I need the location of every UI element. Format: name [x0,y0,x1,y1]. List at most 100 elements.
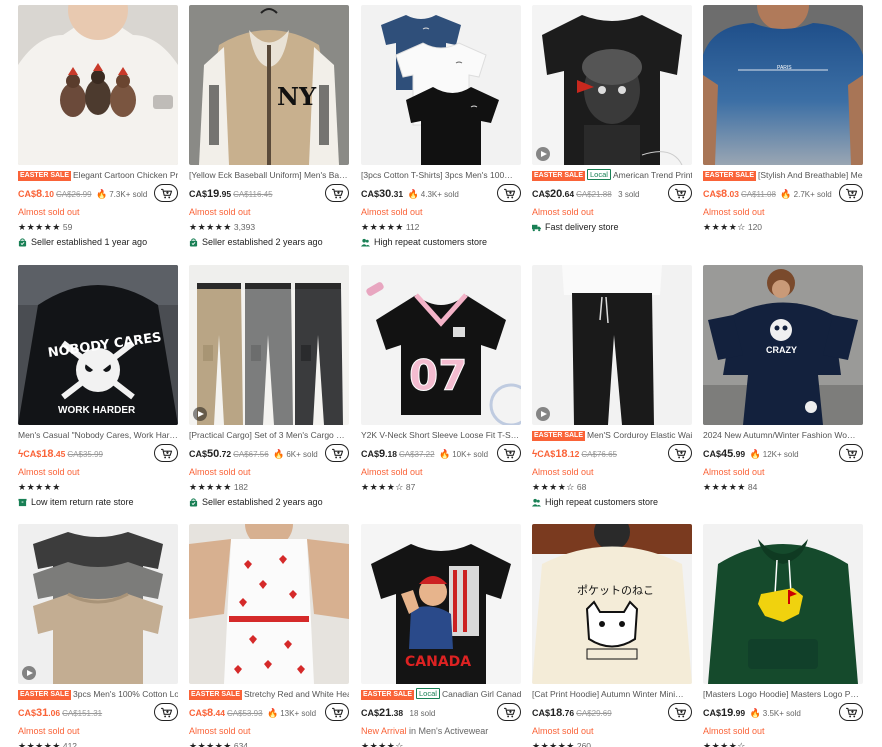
product-card[interactable]: EASTER SALEElegant Cartoon Chicken Prin…… [18,5,178,249]
rating[interactable]: ★★★★★ 84 [703,480,863,494]
product-title[interactable]: EASTER SALEMen'S Corduroy Elastic Waist… [532,429,692,441]
product-card[interactable]: EASTER SALELocalAmerican Trend Printi… CA… [532,5,692,234]
rating[interactable]: ★★★★★ 634 [189,739,349,747]
rating[interactable]: ★★★★☆ 87 [361,480,521,494]
add-to-cart-button[interactable] [154,184,178,202]
product-card[interactable]: CRAZY 2024 New Autumn/Winter Fashion Wo… C… [703,265,863,494]
rating[interactable]: ★★★★☆ 68 [532,480,692,494]
product-image[interactable]: PARIS [703,5,863,165]
price-currency: CA$ [703,449,722,459]
product-image[interactable] [703,524,863,684]
add-to-cart-button[interactable] [839,444,863,462]
svg-text:PARIS: PARIS [777,65,792,71]
product-image[interactable] [532,265,692,425]
product-title[interactable]: EASTER SALEStretchy Red and White Hear… [189,688,349,700]
product-card[interactable]: [Practical Cargo] Set of 3 Men's Cargo …… [189,265,349,509]
rating[interactable]: ★★★★☆ [361,739,521,747]
product-title[interactable]: EASTER SALE[Stylish And Breathable] Men… [703,169,863,181]
product-image[interactable]: 07 [361,265,521,425]
price-row: CA$20.64 CA$21.88 3 sold [532,184,692,204]
original-price: CA$11.08 [740,190,776,199]
rating[interactable]: ★★★★★ 182 [189,480,349,494]
original-price: CA$151.31 [62,709,103,718]
price-decimal: .44 [213,708,225,718]
product-card[interactable]: ポケットのねこ [Cat Print Hoodie] Autumn Winter … [532,524,692,747]
add-to-cart-button[interactable] [668,184,692,202]
play-icon[interactable] [22,666,36,680]
new-arrival-label[interactable]: New Arrival in Men's Activewear [361,724,521,738]
product-image[interactable]: CANADA [361,524,521,684]
product-card[interactable]: CANADA EASTER SALE Local Canadian Girl Cana… [361,524,521,747]
product-card[interactable]: NY [Yellow Eck Baseball Uniform] Men's Ba… [189,5,349,249]
price-integer: 18 [41,448,54,460]
product-image[interactable] [18,5,178,165]
product-title[interactable]: [Masters Logo Hoodie] Masters Logo P… [703,688,863,700]
rating[interactable]: ★★★★★ 260 [532,739,692,747]
store-label[interactable]: High repeat customers store [532,495,692,509]
store-label-text: Seller established 2 years ago [202,497,323,507]
add-to-cart-button[interactable] [497,184,521,202]
add-to-cart-button[interactable] [325,444,349,462]
price-currency: CA$ [537,449,556,459]
product-title[interactable]: Men's Casual "Nobody Cares, Work Har… [18,429,178,441]
store-label[interactable]: Seller established 1 year ago [18,235,178,249]
play-icon[interactable] [193,407,207,421]
store-label[interactable]: Fast delivery store [532,220,692,234]
product-card[interactable]: [3pcs Cotton T-Shirts] 3pcs Men's 100… CA… [361,5,521,249]
product-title[interactable]: [Practical Cargo] Set of 3 Men's Cargo … [189,429,349,441]
rating[interactable]: ★★★★★ 112 [361,220,521,234]
add-to-cart-button[interactable] [154,444,178,462]
store-label[interactable]: High repeat customers store [361,235,521,249]
star-rating-icon: ★★★★☆ [703,222,746,232]
product-price: CA$19.99 [703,707,745,719]
rating[interactable]: ★★★★☆ [703,739,863,747]
store-label[interactable]: Seller established 2 years ago [189,235,349,249]
rating[interactable]: ★★★★★ 59 [18,220,178,234]
product-card[interactable]: PARIS EASTER SALE [Stylish And Breathable]… [703,5,863,234]
product-title[interactable]: 2024 New Autumn/Winter Fashion Wo… [703,429,863,441]
product-image[interactable] [189,265,349,425]
product-title[interactable]: [Yellow Eck Baseball Uniform] Men's Ba… [189,169,349,181]
add-to-cart-button[interactable] [497,703,521,721]
product-card[interactable]: 07 Y2K V-Neck Short Sleeve Loose Fit T-S…… [361,265,521,494]
product-image[interactable]: NY [189,5,349,165]
play-icon[interactable] [536,407,550,421]
add-to-cart-button[interactable] [325,184,349,202]
add-to-cart-button[interactable] [154,703,178,721]
product-image[interactable] [18,524,178,684]
rating[interactable]: ★★★★☆ 120 [703,220,863,234]
product-image[interactable] [189,524,349,684]
product-title[interactable]: EASTER SALELocalCanadian Girl Canada … [361,688,521,700]
add-to-cart-button[interactable] [325,703,349,721]
add-to-cart-button[interactable] [668,444,692,462]
play-icon[interactable] [536,147,550,161]
add-to-cart-button[interactable] [839,184,863,202]
store-label[interactable]: Seller established 2 years ago [189,495,349,509]
rating[interactable]: ★★★★★ 3,393 [189,220,349,234]
add-to-cart-button[interactable] [668,703,692,721]
add-to-cart-icon [845,707,857,717]
product-title[interactable]: EASTER SALEElegant Cartoon Chicken Prin… [18,169,178,181]
product-title[interactable]: EASTER SALE3pcs Men's 100% Cotton Loo… [18,688,178,700]
rating[interactable]: ★★★★★ 412 [18,739,178,747]
product-image[interactable]: NOBODY CARES WORK HARDER [18,265,178,425]
add-to-cart-button[interactable] [839,703,863,721]
product-image[interactable]: ポケットのねこ [532,524,692,684]
product-title[interactable]: [3pcs Cotton T-Shirts] 3pcs Men's 100… [361,169,521,181]
product-card[interactable]: [Masters Logo Hoodie] Masters Logo P… CA$… [703,524,863,747]
product-title[interactable]: Y2K V-Neck Short Sleeve Loose Fit T-S… [361,429,521,441]
product-card[interactable]: EASTER SALE3pcs Men's 100% Cotton Loo… CA… [18,524,178,747]
product-title[interactable]: [Cat Print Hoodie] Autumn Winter Mini… [532,688,692,700]
product-image[interactable]: CRAZY [703,265,863,425]
flame-icon: 🔥 [96,189,108,199]
add-to-cart-button[interactable] [497,444,521,462]
product-card[interactable]: EASTER SALEMen'S Corduroy Elastic Waist…… [532,265,692,509]
product-title[interactable]: EASTER SALELocalAmerican Trend Printi… [532,169,692,181]
review-count: 120 [747,222,763,232]
rating[interactable]: ★★★★★ [18,480,178,494]
product-card[interactable]: EASTER SALEStretchy Red and White Hear… C… [189,524,349,747]
product-image[interactable] [361,5,521,165]
product-card[interactable]: NOBODY CARES WORK HARDER Men's Casual "Nob… [18,265,178,509]
store-label[interactable]: Low item return rate store [18,495,178,509]
product-image[interactable] [532,5,692,165]
